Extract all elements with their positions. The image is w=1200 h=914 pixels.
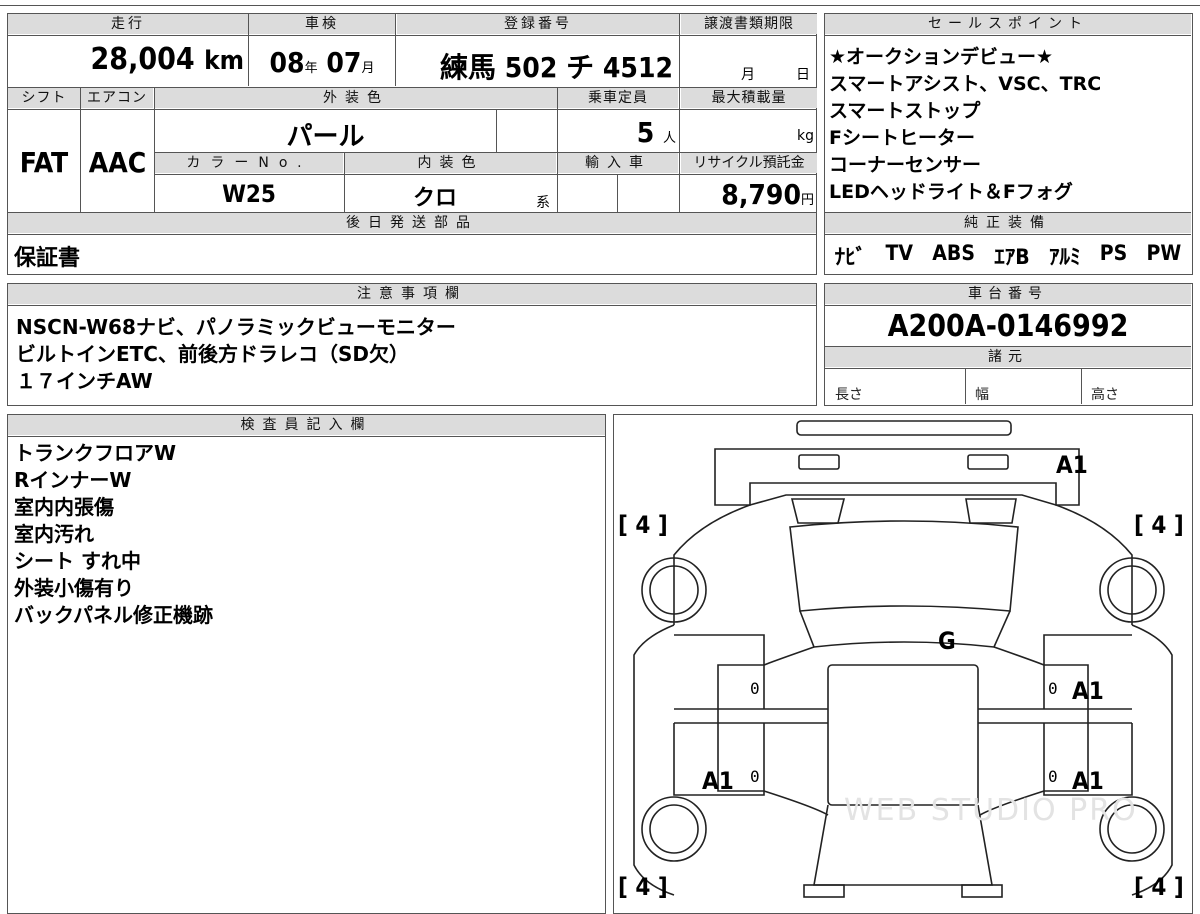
import-header: 輸入車 [558,153,678,173]
later-parts-value: 保証書 [14,246,81,271]
recycle-value: 8,790円 [721,178,814,211]
sales-point-item: スマートストップ [829,100,981,122]
capacity-value: 5 人 [636,116,676,149]
sales-point-item: ★オークションデビュー★ [829,46,1054,68]
registration-number: 練馬 502 チ 4512 [440,51,673,84]
registration-header: 登録番号 [397,14,679,34]
equipment-item: ｱﾙﾐ [1048,245,1081,269]
inspection-value: 08年 07月 [269,46,375,79]
transfer-header: 譲渡書類期限 [681,14,817,34]
chassis-number: A200A-0146992 [887,309,1129,344]
spec-height-label: 高さ [1091,387,1119,403]
sales-points-header: セールスポイント [825,14,1191,34]
interior-color-suffix: 系 [536,195,550,211]
spec-width-label: 幅 [975,387,989,403]
vehicle-info-table: 走行 車検 登録番号 譲渡書類期限 28,004 km 08年 07月 練馬 5… [7,13,817,275]
equipment-item: ｴｱB [994,245,1030,269]
mark-rear: A1 [1056,451,1088,479]
inspector-line: 室内内張傷 [14,495,114,519]
capacity-header: 乗車定員 [558,88,678,108]
car-body-diagram [633,420,1173,898]
inspector-line: バックパネル修正機跡 [14,603,213,627]
notes-header: 注意事項欄 [8,284,816,304]
inspector-panel: 検査員記入欄 トランクフロアW RインナーW 室内内張傷 室内汚れ シート すれ… [7,414,606,914]
inspector-line: 外装小傷有り [14,576,134,600]
inspection-header: 車検 [249,14,395,34]
equipment-item: ABS [932,241,975,265]
inspector-header: 検査員記入欄 [8,415,605,435]
sales-point-item: Fシートヒーター [829,127,975,149]
specs-header: 諸元 [825,347,1191,367]
sales-point-item: LEDヘッドライト＆Fフォグ [829,181,1073,203]
exterior-color-value: パール [286,122,365,152]
equipment-item: PS [1099,241,1128,265]
tire-rear-right: [ 4 ] [1134,511,1184,539]
notes-line: NSCN-W68ナビ、パノラミックビューモニター [16,315,456,339]
chassis-panel: 車台番号 A200A-0146992 諸元 長さ 幅 高さ [824,283,1193,406]
mileage-value: 28,004 km [90,42,244,77]
exterior-color-header: 外装色 [155,88,557,108]
door-mark: 0 [750,679,760,698]
tire-front-left: [ 4 ] [618,873,668,901]
aircon-value: AAC [88,146,147,179]
max-load-unit: kg [797,128,814,144]
inspector-line: トランクフロアW [14,441,177,465]
spec-length-label: 長さ [835,387,863,403]
recycle-header: リサイクル預託金 [681,153,817,173]
genuine-equipment-header: 純正装備 [825,213,1191,233]
max-load-header: 最大積載量 [681,88,817,108]
watermark: WEB STUDIO PRO [844,793,1138,828]
inspector-line: シート すれ中 [14,549,141,573]
mileage-header: 走行 [8,14,248,34]
mark-roof: G [938,627,956,655]
color-no-value: W25 [222,180,276,208]
notes-text: NSCN-W68ナビ、パノラミックビューモニター ビルトインETC、前後方ドラレ… [16,314,456,395]
color-no-header: カラーNo. [155,153,343,173]
tire-front-right: [ 4 ] [1134,873,1184,901]
shift-header: シフト [8,88,80,108]
damage-diagram-panel: A1 G A1 A1 A1 0 0 0 0 [ 4 ] [ 4 ] [ 4 ] … [613,414,1193,914]
inspector-notes: トランクフロアW RインナーW 室内内張傷 室内汚れ シート すれ中 外装小傷有… [14,440,213,629]
top-clipped-strip [0,0,1200,6]
interior-color-value: クロ [412,186,457,211]
mark-left-front-door: A1 [702,767,734,795]
notes-panel: 注意事項欄 NSCN-W68ナビ、パノラミックビューモニター ビルトインETC、… [7,283,817,406]
tire-rear-left: [ 4 ] [618,511,668,539]
sales-points-list: ★オークションデビュー★ スマートアシスト、VSC、TRC スマートストップ F… [829,44,1191,206]
equipment-item: TV [885,241,913,265]
notes-line: ビルトインETC、前後方ドラレコ（SD欠） [16,342,409,366]
door-mark: 0 [1048,679,1058,698]
equipment-item: ﾅﾋﾞ [834,245,867,269]
sales-points-panel: セールスポイント ★オークションデビュー★ スマートアシスト、VSC、TRC ス… [824,13,1193,275]
chassis-header: 車台番号 [825,284,1191,304]
mark-right-front-door: A1 [1072,767,1104,795]
notes-line: １７インチAW [16,369,153,393]
shift-value: FAT [19,146,69,179]
aircon-header: エアコン [81,88,153,108]
inspector-line: RインナーW [14,468,132,492]
inspector-line: 室内汚れ [14,522,94,546]
sales-point-item: スマートアシスト、VSC、TRC [829,73,1102,95]
interior-color-header: 内装色 [345,153,556,173]
genuine-equipment-list: ﾅﾋﾞ TV ABS ｴｱB ｱﾙﾐ PS PW [825,241,1191,271]
sales-point-item: コーナーセンサー [829,154,982,176]
door-mark: 0 [750,767,760,786]
later-parts-header: 後日発送部品 [8,213,816,233]
mark-right-rear-door: A1 [1072,677,1104,705]
door-mark: 0 [1048,767,1058,786]
equipment-item: PW [1146,241,1182,265]
